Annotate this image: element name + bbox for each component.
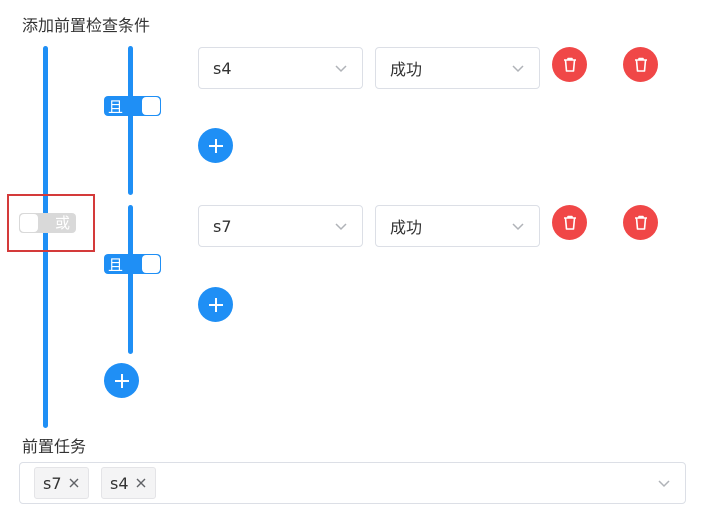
tag-label: s7 (43, 473, 62, 493)
status-select-value: 成功 (390, 218, 423, 237)
group-2-line (128, 205, 133, 354)
delete-group-button[interactable] (623, 47, 658, 82)
chevron-down-icon (512, 65, 524, 73)
chevron-down-icon (512, 223, 524, 231)
chevron-down-icon (335, 65, 347, 73)
task-select[interactable]: s4 (198, 47, 363, 89)
toggle-knob (142, 97, 160, 115)
pre-tasks-select[interactable]: s7 s4 (19, 462, 686, 504)
close-icon[interactable] (135, 477, 147, 489)
toggle-knob (142, 255, 160, 273)
tag-label: s4 (110, 473, 129, 493)
trash-icon (634, 57, 647, 72)
status-select-value: 成功 (390, 60, 423, 79)
pre-tasks-label: 前置任务 (22, 437, 87, 456)
task-select[interactable]: s7 (198, 205, 363, 247)
and-toggle-label: 且 (108, 255, 124, 274)
trash-icon (563, 215, 576, 230)
status-select[interactable]: 成功 (375, 47, 540, 89)
highlight-box (7, 194, 95, 252)
add-condition-button[interactable] (198, 287, 233, 322)
group-1-line (128, 46, 133, 195)
delete-group-button[interactable] (623, 205, 658, 240)
plus-icon (114, 373, 129, 388)
and-toggle-group-1[interactable]: 且 (104, 96, 161, 116)
status-select[interactable]: 成功 (375, 205, 540, 247)
chevron-down-icon (658, 480, 670, 488)
and-toggle-label: 且 (108, 97, 124, 116)
chevron-down-icon (335, 223, 347, 231)
close-icon[interactable] (68, 477, 80, 489)
delete-row-button[interactable] (552, 205, 587, 240)
page-title: 添加前置检查条件 (22, 16, 151, 35)
add-condition-button[interactable] (198, 128, 233, 163)
delete-row-button[interactable] (552, 47, 587, 82)
add-group-button[interactable] (104, 363, 139, 398)
and-toggle-group-2[interactable]: 且 (104, 254, 161, 274)
task-select-value: s4 (213, 58, 232, 78)
trash-icon (634, 215, 647, 230)
trash-icon (563, 57, 576, 72)
tag-s7: s7 (34, 467, 89, 499)
task-select-value: s7 (213, 216, 232, 236)
plus-icon (208, 138, 223, 153)
tag-s4: s4 (101, 467, 156, 499)
plus-icon (208, 297, 223, 312)
